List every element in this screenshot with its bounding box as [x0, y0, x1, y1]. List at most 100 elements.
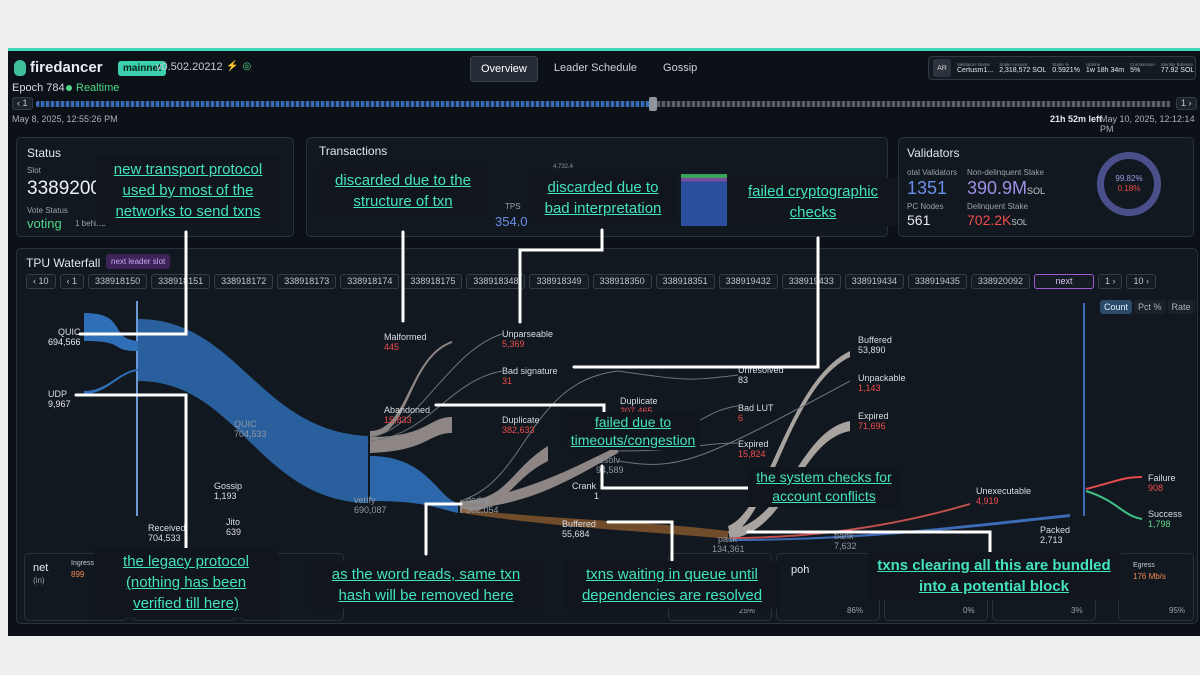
node-value: 1,193 — [214, 491, 237, 501]
node-label: Success — [1148, 509, 1183, 519]
tile-pct: 3% — [1071, 606, 1083, 615]
node-value: 6 — [738, 413, 744, 423]
node-unparseable: Unparseable 5,369 — [502, 329, 553, 349]
node-resolv: resolv 94,589 — [596, 455, 624, 475]
node-value: 302,054 — [466, 505, 499, 515]
node-value: 694,566 — [48, 337, 81, 347]
ingress-label: Ingress — [71, 560, 94, 567]
received-bar — [136, 301, 138, 516]
flow-udp — [84, 369, 138, 394]
node-label: QUIC — [234, 419, 257, 429]
node-unpackable: Unpackable 1,143 — [858, 373, 906, 393]
node-jito: Jito 639 — [226, 517, 241, 537]
node-success: Success 1,798 — [1148, 509, 1182, 529]
node-label: Duplicate — [620, 396, 658, 406]
net-out-card: Egress 176 Mb/s 95% — [1118, 553, 1194, 621]
node-label: Unparseable — [502, 329, 554, 339]
callout-abandoned: failed due to timeouts/congestion — [566, 412, 700, 450]
node-malformed: Malformed 445 — [384, 332, 427, 352]
node-expired-a: Expired 15,824 — [738, 439, 769, 459]
poh-pct: 86% — [847, 606, 864, 615]
node-packed: Packed 2,713 — [1040, 525, 1070, 545]
flow-failure — [1085, 476, 1143, 490]
callout-signature: failed cryptographic checks — [728, 178, 898, 226]
flow-quic-in — [84, 313, 138, 351]
node-failure: Failure 908 — [1148, 473, 1176, 493]
node-unresolved: Unresolved 83 — [738, 365, 784, 385]
node-unexecutable: Unexecutable 4,919 — [976, 486, 1031, 506]
node-buffered-a: Buffered 55,684 — [562, 519, 596, 539]
egress-label: Egress — [1133, 562, 1155, 569]
node-label: dedup — [466, 495, 492, 505]
node-label: Duplicate — [502, 415, 540, 425]
node-value: 908 — [1148, 483, 1164, 493]
node-expired-b: Expired 71,696 — [858, 411, 889, 431]
node-label: Unexecutable — [976, 486, 1032, 496]
callout-quic: new transport protocol used by most of t… — [96, 156, 280, 225]
node-quic-in: QUIC 694,566 — [48, 327, 81, 347]
node-value: 704,533 — [148, 533, 181, 543]
node-label: Crank — [572, 481, 597, 491]
poh-title: poh — [791, 564, 810, 576]
node-value: 382,633 — [502, 425, 535, 435]
node-label: resolv — [596, 455, 621, 465]
node-value: 690,087 — [354, 505, 387, 515]
node-value: 1 — [594, 491, 600, 501]
node-value: 15,833 — [384, 415, 412, 425]
node-value: 5,369 — [502, 339, 525, 349]
node-value: 7,632 — [834, 541, 857, 551]
node-value: 9,967 — [48, 399, 71, 409]
node-value: 71,696 — [858, 421, 886, 431]
node-label: verify — [354, 495, 376, 505]
node-value: 15,824 — [738, 449, 766, 459]
node-crank: Crank 1 — [572, 481, 599, 501]
node-duplicate-a: Duplicate 382,633 — [502, 415, 540, 435]
net-sub: (in) — [33, 576, 45, 585]
node-gossip: Gossip 1,193 — [214, 481, 242, 501]
node-value: 55,684 — [562, 529, 590, 539]
callout-malformed: discarded due to the structure of txn — [318, 167, 488, 215]
callout-pack: txns clearing all this are bundled into … — [868, 552, 1120, 600]
egress-value: 176 Mb/s — [1133, 572, 1166, 581]
node-quic-mid: QUIC 704,533 — [234, 419, 267, 439]
flow-success — [1085, 490, 1143, 520]
callout-resolv: the system checks for account conflicts — [748, 467, 900, 507]
node-verify: verify 690,087 — [354, 495, 387, 515]
node-label: pack — [718, 534, 738, 544]
flow-quic-verify — [138, 319, 368, 503]
node-bad-lut: Bad LUT 6 — [738, 403, 774, 423]
ingress-value: 899 — [71, 570, 85, 579]
node-label: bank — [834, 531, 854, 541]
callout-unparseable: discarded due to bad interpretation — [530, 174, 676, 222]
node-abandoned: Abandoned 15,833 — [384, 405, 430, 425]
node-label: Buffered — [562, 519, 596, 529]
node-label: Failure — [1148, 473, 1176, 483]
node-value: 4,919 — [976, 496, 999, 506]
node-value: 31 — [502, 376, 513, 386]
node-label: Buffered — [858, 335, 892, 345]
node-label: Gossip — [214, 481, 243, 491]
node-bad-signature: Bad signature 31 — [502, 366, 558, 386]
node-dedup: dedup 302,054 — [466, 495, 499, 515]
node-value: 1,798 — [1148, 519, 1171, 529]
node-value: 94,589 — [596, 465, 624, 475]
node-value: 83 — [738, 375, 749, 385]
node-value: 53,890 — [858, 345, 886, 355]
node-label: Bad signature — [502, 366, 558, 376]
tile-pct: 0% — [963, 606, 975, 615]
node-pack: pack 134,361 — [712, 534, 745, 554]
node-label: Bad LUT — [738, 403, 774, 413]
node-value: 1,143 — [858, 383, 881, 393]
node-buffered-b: Buffered 53,890 — [858, 335, 892, 355]
node-label: UDP — [48, 389, 68, 399]
node-label: Expired — [738, 439, 769, 449]
node-value: 2,713 — [1040, 535, 1063, 545]
poh-card: poh 86% — [776, 553, 880, 621]
node-label: Unpackable — [858, 373, 906, 383]
node-value: 445 — [384, 342, 400, 352]
node-received: Received 704,533 — [148, 523, 186, 543]
callout-udp: the legacy protocol (nothing has been ve… — [94, 548, 278, 617]
node-label: Jito — [226, 517, 241, 527]
node-bank: bank 7,632 — [834, 531, 857, 551]
egress-pct: 95% — [1169, 606, 1186, 615]
